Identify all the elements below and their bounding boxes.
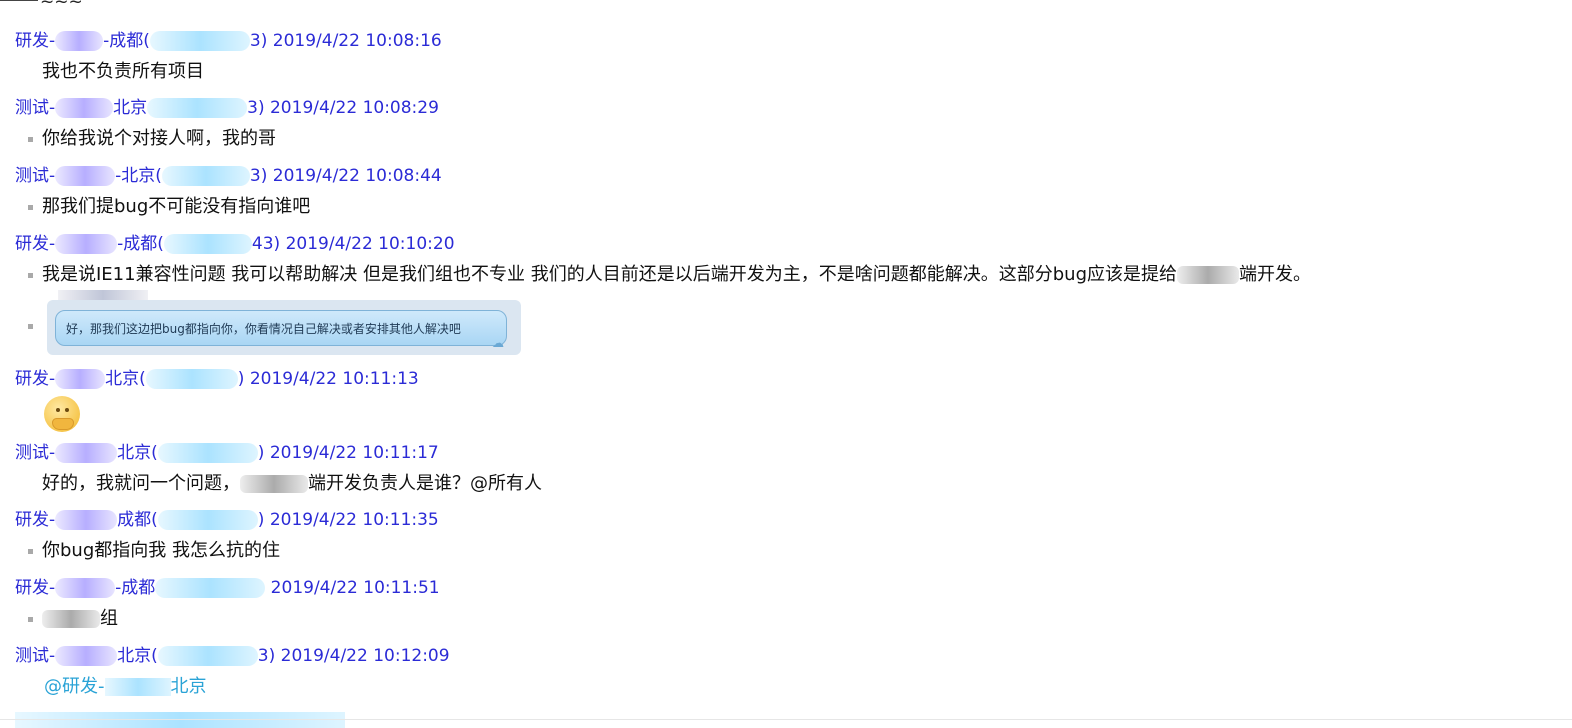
mention-location: 北京: [170, 676, 207, 697]
sender-dept: 测试-: [15, 166, 56, 186]
message-text-tail: 组: [100, 608, 118, 629]
message-timestamp: 3) 2019/4/22 10:08:44: [249, 166, 442, 186]
message-timestamp: 2019/4/22 10:11:51: [265, 578, 440, 598]
chat-history-pane[interactable]: ~~~ 研发- -成都( 3) 2019/4/22 10:08:16 我也不负责所有…: [0, 0, 1572, 728]
emoji-hands: [52, 418, 74, 430]
message-text: 组: [42, 606, 118, 632]
message-text-tail: 端开发。: [1239, 264, 1312, 285]
bullet-marker: [28, 205, 33, 210]
message-timestamp: 3) 2019/4/22 10:08:29: [247, 98, 439, 118]
redacted-name: [55, 31, 104, 51]
hug-emoji-icon: [44, 396, 80, 432]
sender-location: -成都: [115, 578, 156, 598]
message-text: 我是说IE11兼容性问题 我可以帮助解决 但是我们组也不专业 我们的人目前还是以…: [42, 262, 1311, 288]
message-text: 那我们提bug不可能没有指向谁吧: [42, 196, 311, 217]
message-header: 测试- 北京( 3) 2019/4/22 10:12:09: [15, 644, 450, 668]
cutoff-message-header: [15, 712, 345, 728]
redacted-id: [163, 234, 252, 254]
redacted-name: [55, 98, 114, 118]
redacted-name: [55, 443, 118, 463]
sender-location: 北京(: [117, 646, 158, 666]
sender-location: -成都(: [103, 31, 150, 51]
sender-dept: 研发-: [15, 510, 56, 530]
message-text: 你给我说个对接人啊，我的哥: [42, 128, 276, 149]
bullet-marker: [28, 549, 33, 554]
redacted-id: [157, 646, 258, 666]
sender-dept: 测试-: [15, 98, 56, 118]
message-header: 研发- -成都 2019/4/22 10:11:51: [15, 576, 440, 600]
message-text-main: 好的，我就问一个问题，: [42, 473, 240, 494]
message-timestamp: ) 2019/4/22 10:11:35: [257, 510, 439, 530]
sender-location: -成都(: [117, 234, 164, 254]
sender-location: 北京: [113, 98, 148, 118]
bullet-marker: [28, 273, 33, 278]
message-timestamp: 43) 2019/4/22 10:10:20: [251, 234, 455, 254]
bottom-divider: [0, 719, 1572, 720]
emoji-eye: [65, 408, 69, 412]
redacted-text: [240, 475, 308, 493]
redacted-name: [55, 578, 116, 598]
bullet-marker: [28, 324, 33, 329]
message-text: 我也不负责所有项目: [42, 61, 204, 82]
redacted-id: [147, 98, 248, 118]
redacted-id: [145, 369, 238, 389]
redacted-name: [104, 678, 171, 696]
sender-dept: 研发-: [15, 578, 56, 598]
sender-location: 成都(: [117, 510, 158, 530]
emoji-eye: [56, 408, 60, 412]
redacted-id: [155, 578, 266, 598]
previous-message-fragment: ~~~: [40, 0, 83, 12]
redacted-name: [55, 369, 106, 389]
redacted-caption: [58, 290, 148, 300]
redacted-text: [1177, 266, 1240, 284]
redacted-name: [55, 510, 118, 530]
sender-location: 北京(: [117, 443, 158, 463]
sender-dept: 测试-: [15, 443, 56, 463]
message-header: 研发- -成都( 3) 2019/4/22 10:08:16: [15, 29, 442, 53]
redacted-name: [55, 646, 118, 666]
mention-text[interactable]: @研发- 北京: [44, 674, 207, 700]
message-header: 测试- -北京( 3) 2019/4/22 10:08:44: [15, 164, 442, 188]
sender-dept: 测试-: [15, 646, 56, 666]
bullet-marker: [28, 617, 33, 622]
redacted-id: [157, 443, 258, 463]
bubble-decoration-icon: ☁: [492, 336, 504, 350]
message-text: 好的，我就问一个问题， 端开发负责人是谁？@所有人: [42, 471, 542, 497]
message-text-main: 我是说IE11兼容性问题 我可以帮助解决 但是我们组也不专业 我们的人目前还是以…: [42, 264, 1178, 285]
message-timestamp: 3) 2019/4/22 10:12:09: [257, 646, 450, 666]
message-header: 研发- 成都( ) 2019/4/22 10:11:35: [15, 508, 439, 532]
message-text: 你bug都指向我 我怎么抗的住: [42, 540, 280, 561]
redacted-header: [15, 712, 345, 728]
message-timestamp: ) 2019/4/22 10:11:17: [257, 443, 439, 463]
sender-dept: 研发-: [15, 234, 56, 254]
message-timestamp: 3) 2019/4/22 10:08:16: [249, 31, 442, 51]
sender-dept: 研发-: [15, 369, 56, 389]
redacted-name: [55, 234, 118, 254]
sender-location: -北京(: [115, 166, 162, 186]
image-bubble-text: 好，那我们这边把bug都指向你，你看情况自己解决或者安排其他人解决吧: [55, 310, 507, 346]
redacted-text: [42, 610, 100, 628]
message-text-tail: 端开发负责人是谁？@所有人: [308, 473, 542, 494]
redacted-id: [157, 510, 258, 530]
message-timestamp: ) 2019/4/22 10:11:13: [237, 369, 419, 389]
message-header: 研发- -成都( 43) 2019/4/22 10:10:20: [15, 232, 455, 256]
message-header: 研发- 北京( ) 2019/4/22 10:11:13: [15, 367, 419, 391]
redacted-name: [55, 166, 116, 186]
top-divider: [0, 0, 38, 1]
message-header: 测试- 北京 3) 2019/4/22 10:08:29: [15, 96, 439, 120]
redacted-id: [149, 31, 250, 51]
sender-dept: 研发-: [15, 31, 56, 51]
redacted-id: [161, 166, 250, 186]
sender-location: 北京(: [105, 369, 146, 389]
mention-prefix: @研发-: [44, 676, 105, 697]
bullet-marker: [28, 137, 33, 142]
message-header: 测试- 北京( ) 2019/4/22 10:11:17: [15, 441, 439, 465]
